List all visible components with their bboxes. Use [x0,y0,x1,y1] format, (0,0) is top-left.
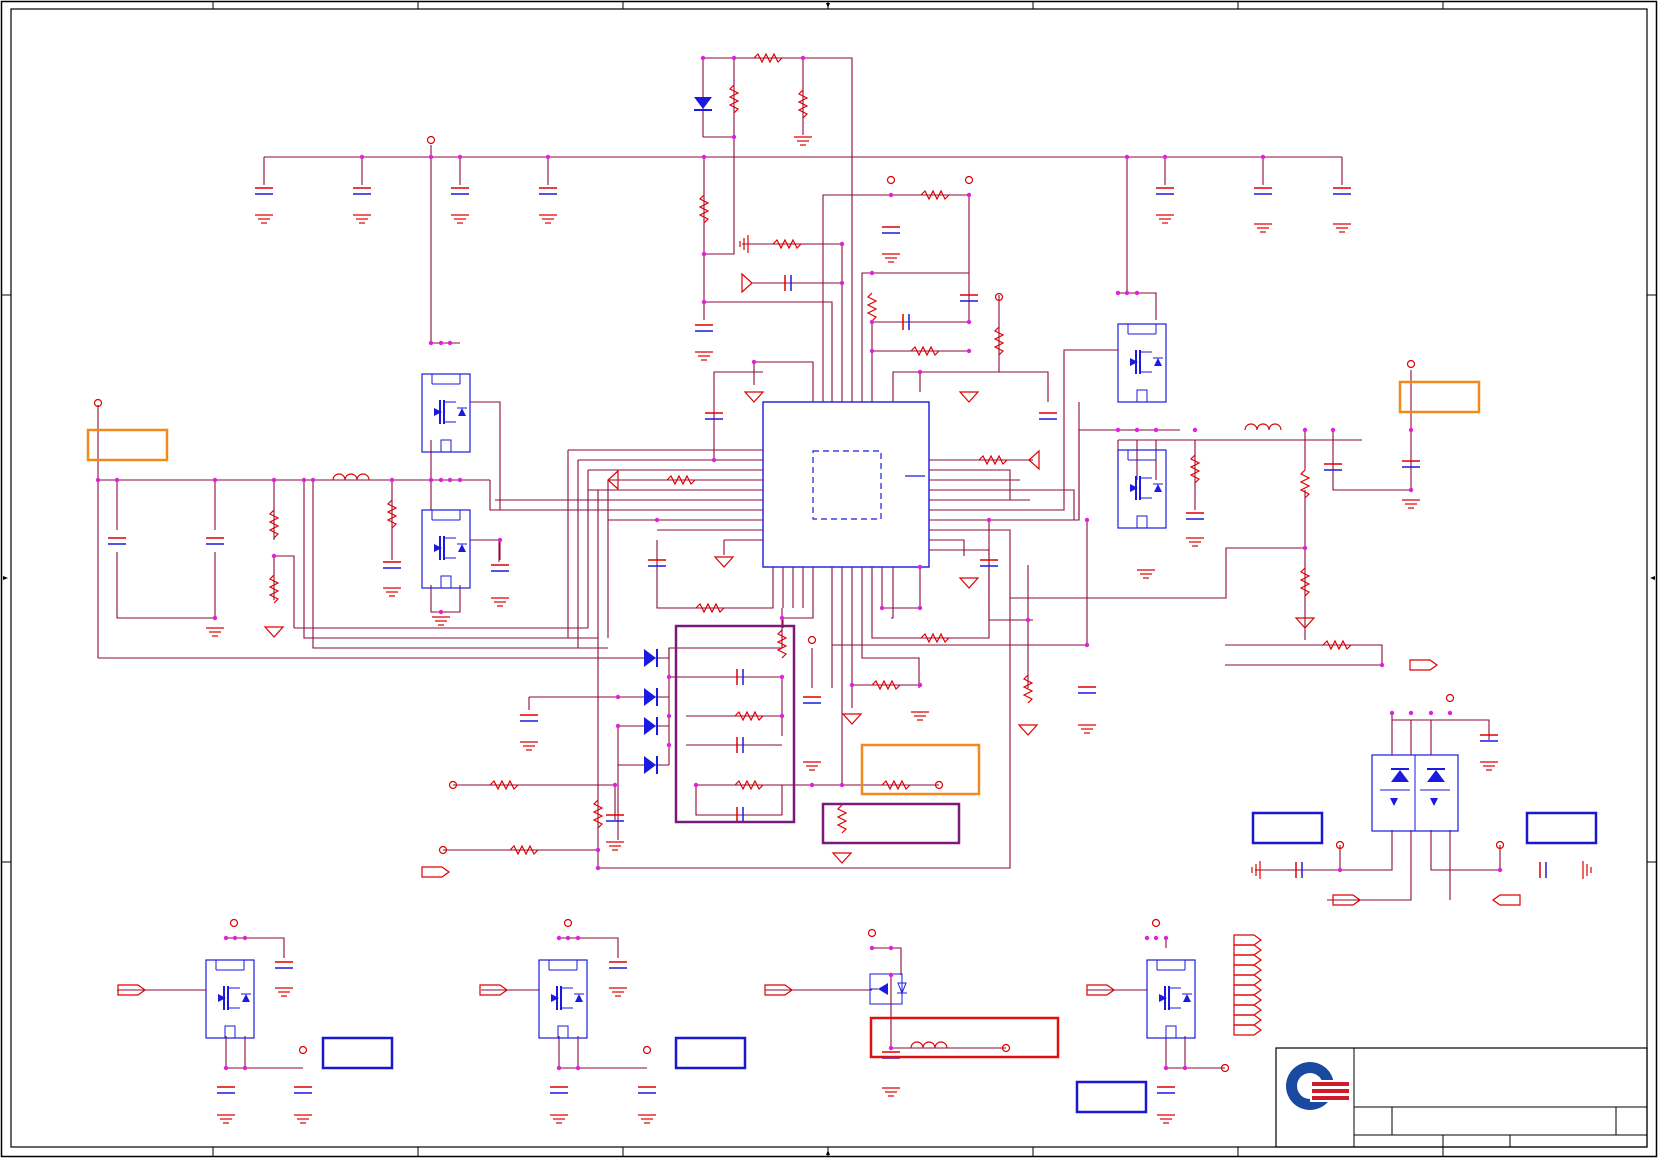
buck-diode [693,96,713,111]
orange-box-center [860,743,981,796]
diode-array [643,648,658,775]
purple-box-diode-array [674,624,796,824]
power-pins [93,135,1505,1073]
passive-components [268,52,1352,1049]
mosfet-switch-2 [538,959,588,1039]
mosfet-high-side-left [421,373,471,453]
company-logo [1286,1062,1350,1110]
purple-box-lower [821,802,961,845]
offpage-ports [117,659,1521,1036]
mosfet-switch-3 [869,973,907,1005]
border-frame [0,0,1658,1158]
blue-box-3 [1075,1080,1148,1114]
wires [97,57,1501,1069]
mosfet-dual [1371,754,1459,832]
orange-box-left [86,428,169,462]
schematic-sheet [0,0,1658,1158]
mosfet-switch-1 [205,959,255,1039]
mosfet-switch-4 [1146,959,1196,1039]
mosfet-high-side-right [1117,323,1167,403]
mosfet-low-side-right [1117,449,1167,529]
junction-dots [95,55,1503,1071]
blue-box-1 [321,1036,394,1070]
ground-symbols [205,136,1592,1124]
red-box-inductor [869,1016,1060,1059]
orange-box-right [1398,380,1481,414]
blue-box-2 [674,1036,747,1070]
mosfet-low-side-left [421,509,471,589]
blue-box-4 [1251,811,1324,845]
controller-ic [762,401,930,568]
capacitors [107,187,1547,1094]
blue-box-5 [1525,811,1598,845]
